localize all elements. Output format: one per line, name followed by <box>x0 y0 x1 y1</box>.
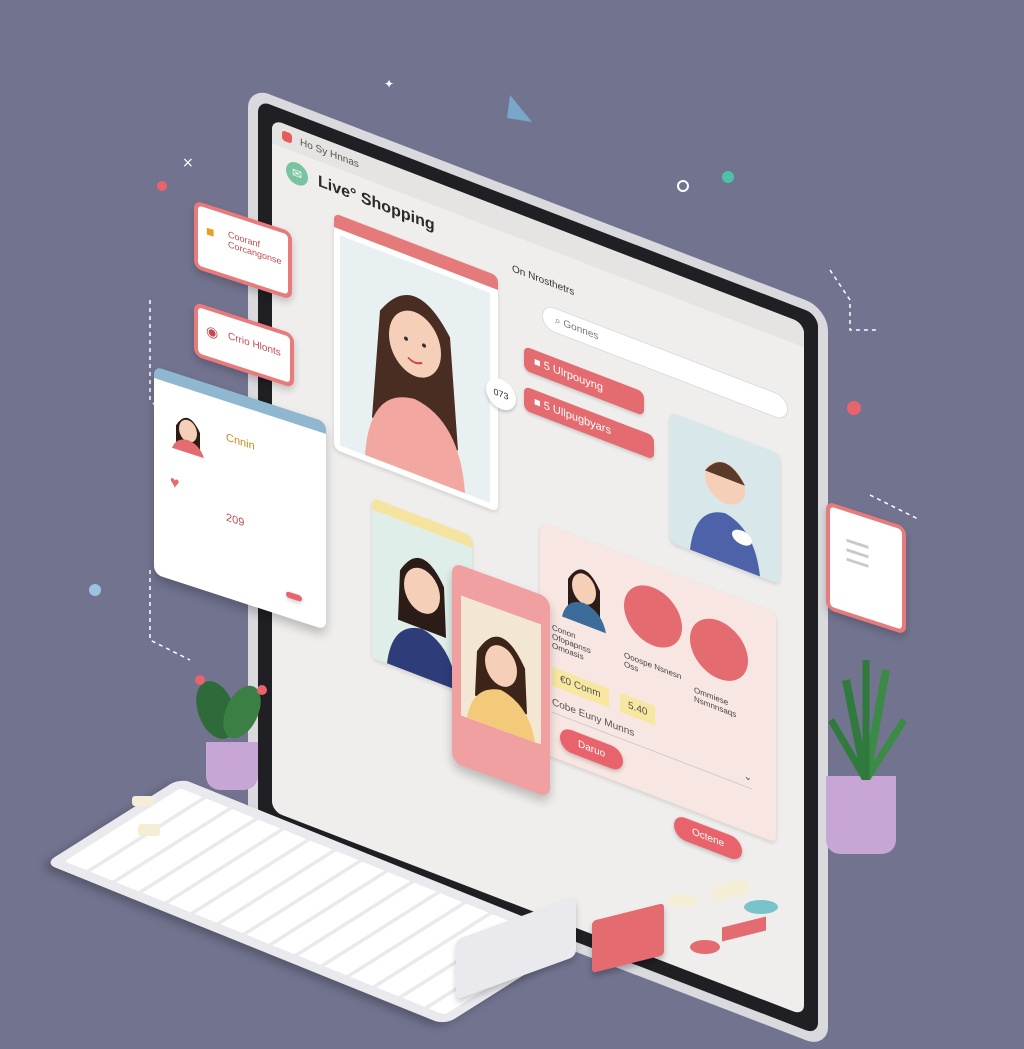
token <box>690 940 720 954</box>
profile-value: 209 <box>226 511 245 530</box>
profile-avatar <box>172 417 204 459</box>
guest-video-panel[interactable] <box>670 411 780 585</box>
product-item-1-icon[interactable] <box>624 576 682 657</box>
token <box>744 900 778 914</box>
chat-bubble-text: Cooranf Corcangonse <box>228 229 282 267</box>
product-pill-label: 5 Ullpugbyars <box>543 399 611 438</box>
profile-name: Cnnin <box>226 431 255 453</box>
chevron-down-icon: ⌄ <box>743 770 752 785</box>
dot-decoration <box>847 401 861 415</box>
product-card: Conon Ofopapnss Omoasis Ooospe Nsnesn Os… <box>540 522 776 843</box>
dot-decoration <box>157 181 167 191</box>
token <box>138 824 160 836</box>
pill-avatar-icon: ■ <box>534 395 544 412</box>
heart-icon[interactable]: ♥ <box>170 473 180 494</box>
token <box>132 796 154 806</box>
chat-icon: ✉ <box>286 158 308 190</box>
product-caption-2: Ooospe Nsnesn Oss <box>624 650 682 682</box>
browser-close-icon[interactable] <box>282 130 292 144</box>
seller-woman-illustration <box>562 569 606 634</box>
profile-action-button[interactable] <box>286 590 302 603</box>
triangle-decoration <box>507 95 532 122</box>
document-icon: ☰ <box>844 533 871 576</box>
svg-text:✦: ✦ <box>384 77 394 91</box>
mobile-phone[interactable] <box>452 562 550 798</box>
guest-man-illustration <box>690 461 760 577</box>
dot-decoration <box>722 171 734 183</box>
product-item-2-icon[interactable] <box>690 609 748 690</box>
gift-icon: ■ <box>206 221 215 241</box>
search-placeholder: Gonnes <box>563 318 599 343</box>
pill-avatar-icon: ■ <box>534 355 544 372</box>
dot-decoration <box>89 584 101 596</box>
ring-decoration <box>677 180 689 192</box>
alert-icon: ◉ <box>206 321 219 342</box>
chat-bubble-text: Crrio Hlonts <box>228 330 281 359</box>
stream-badge-text: 073 <box>493 386 509 403</box>
token <box>668 894 698 908</box>
plant-icon <box>827 660 907 780</box>
plant-icon <box>195 675 267 739</box>
svg-text:×: × <box>182 155 194 171</box>
product-caption-3: Ommiese Nsmnnsaqs <box>694 685 737 720</box>
phone-woman-illustration <box>461 595 541 745</box>
product-pill-label: 5 Ulrpouyng <box>543 359 604 395</box>
plant-pot-right <box>826 776 896 854</box>
